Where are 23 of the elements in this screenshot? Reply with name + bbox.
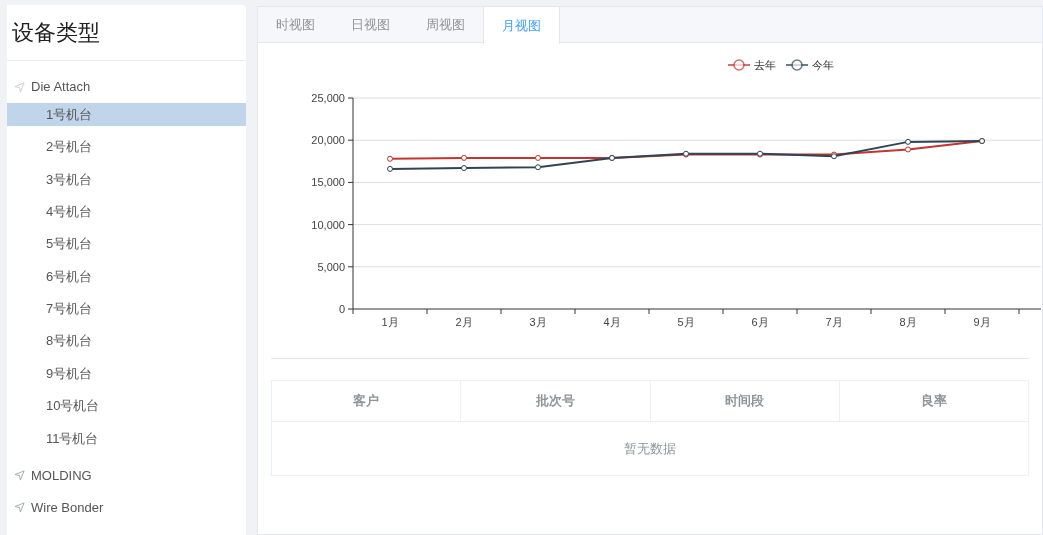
axis-label: 6月 xyxy=(751,316,769,328)
axis-label: 5月 xyxy=(677,316,695,328)
sidebar-title: 设备类型 xyxy=(7,5,246,61)
legend-label: 去年 xyxy=(754,59,776,71)
axis-label: 15,000 xyxy=(311,176,345,189)
column-header: 客户 xyxy=(352,392,381,411)
axis-label: 8月 xyxy=(899,316,917,328)
column-header: 良率 xyxy=(838,381,1028,421)
axis-label: 2月 xyxy=(455,316,473,328)
axis-label: 25,000 xyxy=(311,92,345,104)
axis-label: 5,000 xyxy=(317,260,345,273)
axis-label: 9月 xyxy=(973,316,991,328)
axis-label: 20,000 xyxy=(311,134,345,147)
empty-message: 暂无数据 xyxy=(624,439,676,458)
axis-label: 10,000 xyxy=(311,218,345,231)
axis-label: 3月 xyxy=(529,316,547,328)
axis-label: 1月 xyxy=(381,316,399,328)
column-header: 批次号 xyxy=(460,381,650,421)
axis-label: 7月 xyxy=(825,316,843,328)
column-header: 时间段 xyxy=(649,381,839,421)
legend-label: 今年 xyxy=(812,59,834,71)
axis-label: 4月 xyxy=(603,316,621,328)
axis-label: 0 xyxy=(338,303,345,315)
